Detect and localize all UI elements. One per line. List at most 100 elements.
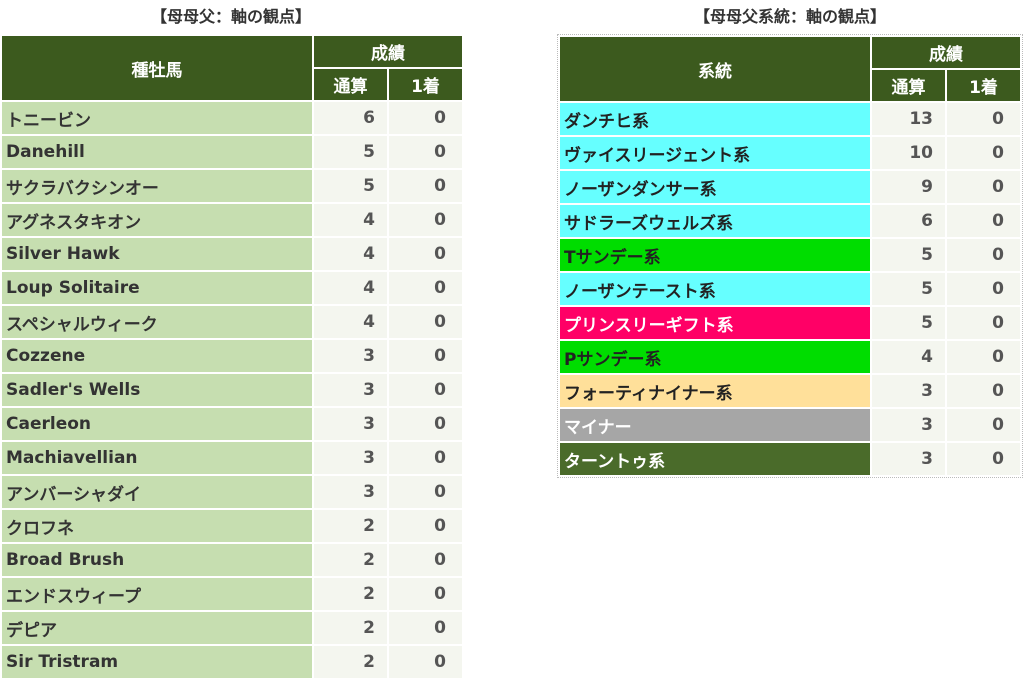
first-place-count: 0 — [947, 103, 1020, 135]
sire-table: 種牡馬 成績 通算 1着 トニービン 6 0 Danehill 5 0 サクラバクシンオー 5… — [0, 34, 464, 680]
lineage-name: ノーザンダンサー系 — [560, 171, 870, 203]
table-row: Danehill 5 0 — [2, 136, 462, 168]
table-row: ヴァイスリージェント系 10 0 — [560, 137, 1020, 169]
total-count: 4 — [314, 306, 387, 338]
total-count: 4 — [314, 204, 387, 236]
sire-name: アンバーシャダイ — [2, 476, 312, 508]
table-row: プリンスリーギフト系 5 0 — [560, 307, 1020, 339]
table-row: Silver Hawk 4 0 — [2, 238, 462, 270]
total-count: 3 — [872, 375, 945, 407]
table-row: Sadler's Wells 3 0 — [2, 374, 462, 406]
sire-table-title: 【母母父：軸の観点】 — [150, 7, 311, 26]
total-count: 3 — [314, 408, 387, 440]
total-count: 2 — [314, 612, 387, 644]
table-row: トニービン 6 0 — [2, 102, 462, 134]
table-row: Broad Brush 2 0 — [2, 544, 462, 576]
total-count: 3 — [314, 442, 387, 474]
total-count: 6 — [872, 205, 945, 237]
first-place-count: 0 — [389, 204, 462, 236]
table-row: ノーザンダンサー系 9 0 — [560, 171, 1020, 203]
table-row: Machiavellian 3 0 — [2, 442, 462, 474]
header-first: 1着 — [947, 70, 1020, 101]
total-count: 3 — [314, 340, 387, 372]
table-row: Loup Solitaire 4 0 — [2, 272, 462, 304]
sire-name: Sir Tristram — [2, 646, 312, 678]
first-place-count: 0 — [389, 510, 462, 542]
table-row: ノーザンテースト系 5 0 — [560, 273, 1020, 305]
lineage-table: 系統 成績 通算 1着 ダンチヒ系 13 0 ヴァイスリージェント系 10 0 ノーザンダン… — [557, 34, 1023, 478]
total-count: 2 — [314, 544, 387, 576]
table-row: アグネスタキオン 4 0 — [2, 204, 462, 236]
sire-name: エンドスウィープ — [2, 578, 312, 610]
first-place-count: 0 — [389, 340, 462, 372]
sire-name: スペシャルウィーク — [2, 306, 312, 338]
lineage-name: プリンスリーギフト系 — [560, 307, 870, 339]
sire-name: Broad Brush — [2, 544, 312, 576]
header-lineage: 系統 — [560, 37, 870, 101]
first-place-count: 0 — [389, 102, 462, 134]
total-count: 10 — [872, 137, 945, 169]
first-place-count: 0 — [389, 612, 462, 644]
first-place-count: 0 — [947, 443, 1020, 475]
header-total: 通算 — [872, 70, 945, 101]
table-row: マイナー 3 0 — [560, 409, 1020, 441]
first-place-count: 0 — [389, 136, 462, 168]
sire-name: Silver Hawk — [2, 238, 312, 270]
header-results: 成績 — [872, 37, 1020, 68]
total-count: 3 — [314, 374, 387, 406]
lineage-name: ヴァイスリージェント系 — [560, 137, 870, 169]
first-place-count: 0 — [947, 239, 1020, 271]
sire-name: クロフネ — [2, 510, 312, 542]
lineage-name: ターントゥ系 — [560, 443, 870, 475]
total-count: 4 — [314, 272, 387, 304]
lineage-name: Pサンデー系 — [560, 341, 870, 373]
sire-name: トニービン — [2, 102, 312, 134]
lineage-name: フォーティナイナー系 — [560, 375, 870, 407]
first-place-count: 0 — [389, 544, 462, 576]
sire-name: デピア — [2, 612, 312, 644]
lineage-panel: 【母母父系統：軸の観点】 系統 成績 通算 1着 ダンチヒ系 13 0 ヴァイスリージ… — [557, 0, 1023, 478]
total-count: 9 — [872, 171, 945, 203]
first-place-count: 0 — [947, 205, 1020, 237]
sire-table-body: トニービン 6 0 Danehill 5 0 サクラバクシンオー 5 0 アグネスタキオン 4 0 Si… — [2, 102, 462, 678]
lineage-name: ノーザンテースト系 — [560, 273, 870, 305]
first-place-count: 0 — [389, 476, 462, 508]
header-total: 通算 — [314, 69, 387, 100]
table-row: スペシャルウィーク 4 0 — [2, 306, 462, 338]
lineage-table-body: ダンチヒ系 13 0 ヴァイスリージェント系 10 0 ノーザンダンサー系 9 0 サドラーズウェ… — [560, 103, 1020, 475]
total-count: 3 — [872, 409, 945, 441]
lineage-name: マイナー — [560, 409, 870, 441]
lineage-table-title: 【母母父系統：軸の観点】 — [693, 7, 886, 26]
table-row: アンバーシャダイ 3 0 — [2, 476, 462, 508]
total-count: 5 — [872, 307, 945, 339]
header-sire: 種牡馬 — [2, 36, 312, 100]
sire-name: Danehill — [2, 136, 312, 168]
table-row: フォーティナイナー系 3 0 — [560, 375, 1020, 407]
sire-name: サクラバクシンオー — [2, 170, 312, 202]
first-place-count: 0 — [947, 137, 1020, 169]
total-count: 4 — [314, 238, 387, 270]
total-count: 5 — [314, 170, 387, 202]
first-place-count: 0 — [947, 375, 1020, 407]
total-count: 3 — [872, 443, 945, 475]
first-place-count: 0 — [389, 646, 462, 678]
first-place-count: 0 — [389, 306, 462, 338]
total-count: 6 — [314, 102, 387, 134]
table-row: クロフネ 2 0 — [2, 510, 462, 542]
total-count: 5 — [872, 239, 945, 271]
sire-name: アグネスタキオン — [2, 204, 312, 236]
sire-name: Loup Solitaire — [2, 272, 312, 304]
first-place-count: 0 — [947, 409, 1020, 441]
first-place-count: 0 — [947, 171, 1020, 203]
total-count: 5 — [314, 136, 387, 168]
table-row: サドラーズウェルズ系 6 0 — [560, 205, 1020, 237]
sire-name: Sadler's Wells — [2, 374, 312, 406]
total-count: 4 — [872, 341, 945, 373]
total-count: 13 — [872, 103, 945, 135]
total-count: 3 — [314, 476, 387, 508]
sire-name: Caerleon — [2, 408, 312, 440]
table-row: Pサンデー系 4 0 — [560, 341, 1020, 373]
first-place-count: 0 — [947, 273, 1020, 305]
first-place-count: 0 — [389, 408, 462, 440]
total-count: 2 — [314, 510, 387, 542]
